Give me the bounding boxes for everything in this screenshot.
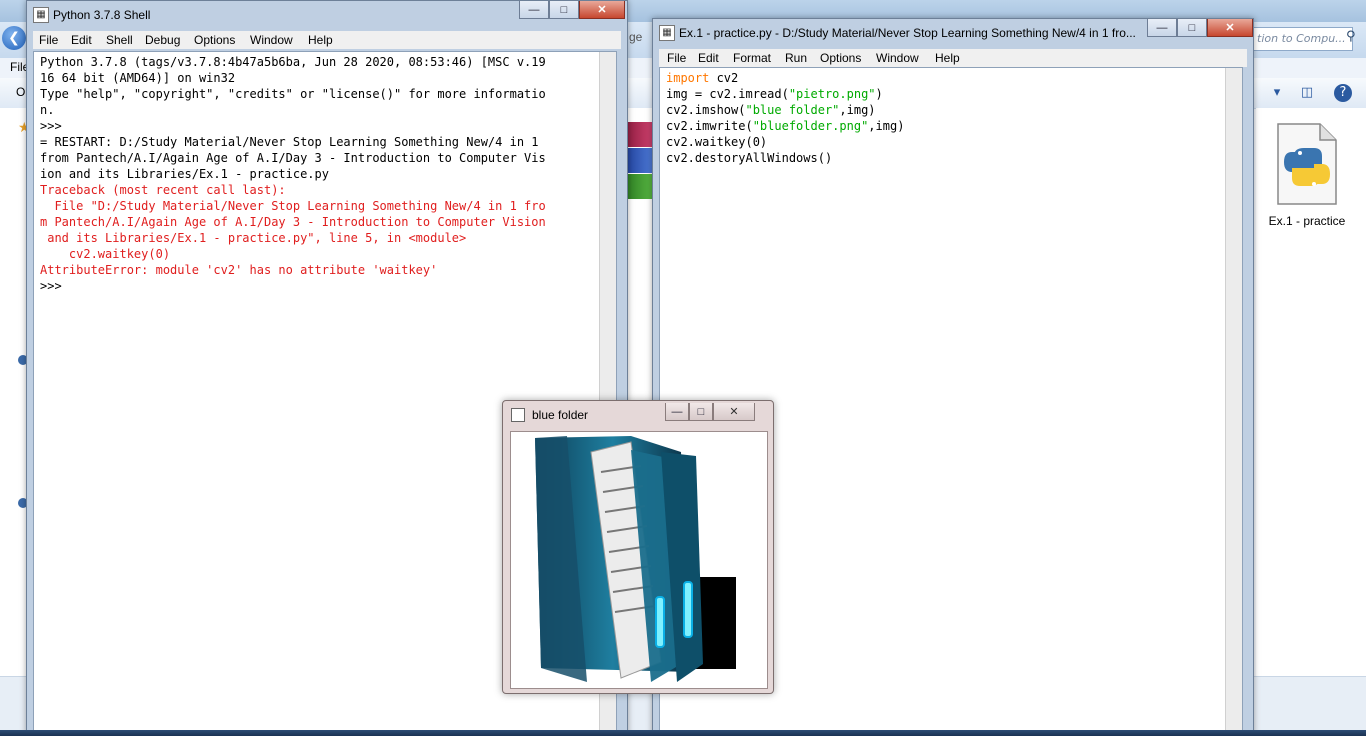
code-line: cv2.imwrite("bluefolder.png",img): [666, 118, 1238, 134]
editor-menu-format[interactable]: Format: [733, 51, 771, 65]
back-arrow-icon[interactable]: ❮: [2, 26, 26, 50]
code-line: img = cv2.imread("pietro.png"): [666, 86, 1238, 102]
search-icon[interactable]: ⚲: [1346, 29, 1362, 47]
shell-output-line: >>>: [40, 279, 62, 293]
code-token: ,img): [868, 119, 905, 133]
organize-button[interactable]: O: [16, 85, 25, 99]
code-token: cv2.imwrite(: [666, 119, 753, 133]
code-token: img = cv2.imread(: [666, 87, 789, 101]
python-file-icon[interactable]: [1276, 122, 1338, 206]
code-line: cv2.imshow("blue folder",img): [666, 102, 1238, 118]
winrar-archive-icon[interactable]: [624, 122, 654, 200]
shell-menu-debug[interactable]: Debug: [145, 33, 180, 47]
close-button[interactable]: ✕: [713, 403, 755, 421]
editor-menu-options[interactable]: Options: [820, 51, 861, 65]
maximize-button[interactable]: □: [689, 403, 713, 421]
shell-menu-file[interactable]: File: [39, 33, 58, 47]
shell-output-line: = RESTART: D:/Study Material/Never Stop …: [40, 135, 539, 149]
code-token: ): [875, 87, 883, 101]
string-token: "pietro.png": [788, 87, 876, 101]
code-line: cv2.waitkey(0): [666, 135, 768, 149]
shell-output-line: ion and its Libraries/Ex.1 - practice.py: [40, 167, 329, 181]
code-line: cv2.destoryAllWindows(): [666, 151, 833, 165]
windows-taskbar: [0, 730, 1366, 736]
editor-titlebar[interactable]: ▦ Ex.1 - practice.py - D:/Study Material…: [653, 19, 1253, 47]
editor-menu-window[interactable]: Window: [876, 51, 919, 65]
shell-output-line: Type "help", "copyright", "credits" or "…: [40, 87, 546, 101]
editor-menu-help[interactable]: Help: [935, 51, 960, 65]
code-token: cv2: [709, 71, 739, 85]
shell-output-line: File "D:/Study Material/Never Stop Learn…: [40, 199, 546, 213]
string-token: "blue folder": [745, 103, 840, 117]
view-dropdown-icon[interactable]: ▾: [1268, 84, 1286, 102]
editor-menubar: File Edit Format Run Options Window Help: [659, 49, 1247, 67]
python-app-icon: ▦: [33, 7, 49, 23]
minimize-button[interactable]: —: [519, 1, 549, 19]
shell-output-line: Python 3.7.8 (tags/v3.7.8:4b47a5b6ba, Ju…: [40, 55, 546, 69]
shell-output-line: AttributeError: module 'cv2' has no attr…: [40, 263, 438, 277]
shell-menu-shell[interactable]: Shell: [106, 33, 133, 47]
editor-scrollbar[interactable]: [1225, 68, 1242, 734]
minimize-button[interactable]: —: [665, 403, 689, 421]
code-token: ,img): [839, 103, 876, 117]
shell-output-line: 16 64 bit (AMD64)] on win32: [40, 71, 236, 85]
string-token: "bluefolder.png": [752, 119, 869, 133]
shell-output-line: Traceback (most recent call last):: [40, 183, 286, 197]
preview-pane-icon[interactable]: ◫: [1298, 84, 1316, 102]
shell-output-line: >>>: [40, 119, 62, 133]
navigation-pane: [0, 108, 26, 676]
shell-output-line: n.: [40, 103, 55, 117]
shell-output-line: m Pantech/A.I/Again Age of A.I/Day 3 - I…: [40, 215, 546, 229]
shell-menubar: File Edit Shell Debug Options Window Hel…: [33, 31, 621, 49]
address-text-fragment: ge: [629, 30, 643, 44]
code-token: cv2.imshow(: [666, 103, 746, 117]
close-button[interactable]: ✕: [579, 1, 625, 19]
maximize-button[interactable]: □: [549, 1, 579, 19]
code-line: import cv2: [666, 70, 1238, 86]
shell-titlebar[interactable]: ▦ Python 3.7.8 Shell — □ ✕: [27, 1, 627, 29]
python-app-icon: ▦: [659, 25, 675, 41]
close-button[interactable]: ✕: [1207, 19, 1253, 37]
shell-menu-help[interactable]: Help: [308, 33, 333, 47]
window-app-icon: [511, 408, 525, 422]
image-window-titlebar[interactable]: blue folder — □ ✕: [503, 401, 773, 427]
shell-menu-edit[interactable]: Edit: [71, 33, 92, 47]
blue-folder-image-window: blue folder — □ ✕: [502, 400, 774, 694]
keyword-token: import: [666, 71, 710, 85]
shell-output-line: cv2.waitkey(0): [40, 247, 171, 261]
desktop-file-label[interactable]: Ex.1 - practice: [1262, 214, 1352, 228]
image-window-title: blue folder: [532, 408, 589, 422]
shell-output-line: from Pantech/A.I/Again Age of A.I/Day 3 …: [40, 151, 546, 165]
explorer-search-input[interactable]: tion to Compu...: [1250, 27, 1353, 51]
image-canvas: [510, 431, 768, 689]
blue-folder-image: [533, 434, 736, 684]
editor-menu-run[interactable]: Run: [785, 51, 807, 65]
minimize-button[interactable]: —: [1147, 19, 1177, 37]
editor-menu-edit[interactable]: Edit: [698, 51, 719, 65]
shell-menu-window[interactable]: Window: [250, 33, 293, 47]
shell-title: Python 3.7.8 Shell: [53, 8, 151, 22]
shell-output-line: and its Libraries/Ex.1 - practice.py", l…: [40, 231, 467, 245]
shell-menu-options[interactable]: Options: [194, 33, 235, 47]
editor-menu-file[interactable]: File: [667, 51, 686, 65]
editor-title: Ex.1 - practice.py - D:/Study Material/N…: [679, 26, 1136, 40]
maximize-button[interactable]: □: [1177, 19, 1207, 37]
help-icon[interactable]: ?: [1334, 84, 1352, 102]
